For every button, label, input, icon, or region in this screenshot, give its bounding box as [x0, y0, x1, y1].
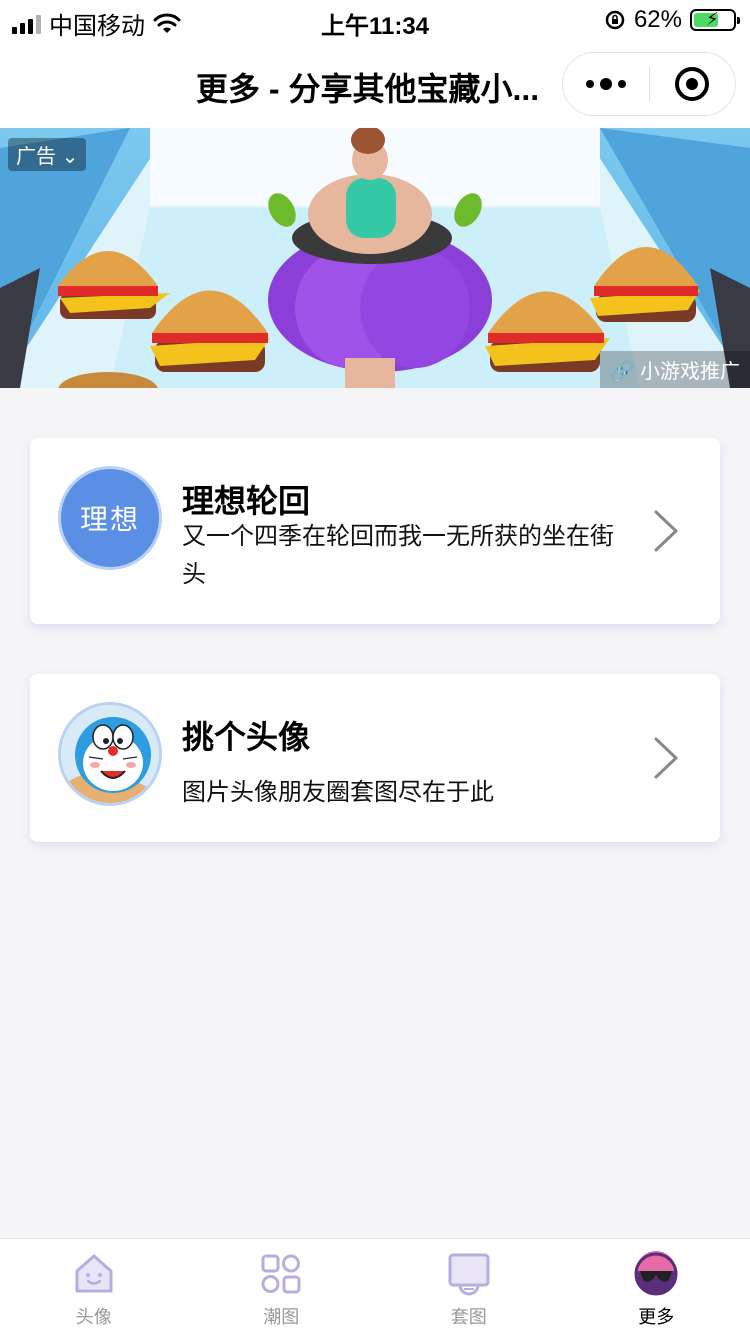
chevron-right-icon: [654, 510, 678, 552]
tab-label: 套图: [450, 1307, 487, 1327]
close-miniprogram-button[interactable]: [650, 67, 736, 101]
status-bar: 中国移动 上午11:34 62% ⚡: [0, 0, 750, 40]
ad-banner[interactable]: 广告 ⌄ 🔗 小游戏推广: [0, 128, 750, 388]
chevron-down-icon: ⌄: [61, 146, 79, 168]
carrier-label: 中国移动: [49, 13, 145, 40]
avatar: [58, 702, 162, 806]
avatar-text: 理想: [79, 503, 140, 536]
tab-label: 更多: [638, 1307, 675, 1327]
wifi-icon: [153, 13, 181, 33]
rotation-lock-icon: [605, 10, 625, 30]
doraemon-avatar-icon: [61, 705, 159, 803]
card-description: 又一个四季在轮回而我一无所获的坐在街头: [182, 523, 614, 588]
tab-trend[interactable]: 潮图: [188, 1239, 376, 1334]
ad-game-illustration: [0, 128, 750, 388]
card-title: 挑个头像: [182, 719, 311, 755]
page-title: 更多 - 分享其他宝藏小...: [196, 71, 540, 107]
grid-icon: [261, 1254, 301, 1294]
card-lixiang[interactable]: 理想 理想轮回 又一个四季在轮回而我一无所获的坐在街头: [30, 438, 720, 624]
tab-label: 潮图: [263, 1307, 300, 1327]
ad-source: 🔗 小游戏推广: [599, 351, 750, 388]
status-left: 中国移动: [12, 6, 181, 41]
tab-more[interactable]: 更多: [563, 1239, 750, 1334]
chevron-right-icon: [654, 737, 678, 779]
avatar: 理想: [58, 466, 162, 570]
link-icon: 🔗: [609, 361, 635, 383]
house-face-icon: [75, 1254, 113, 1293]
battery-percent: 62%: [633, 6, 682, 33]
ad-tag-label: 广告: [16, 146, 56, 168]
more-dots-icon[interactable]: [563, 78, 649, 90]
tab-bar: 头像 潮图 套图 更多: [0, 1238, 750, 1334]
ad-source-label: 小游戏推广: [640, 361, 740, 383]
card-description: 图片头像朋友圈套图尽在于此: [182, 779, 494, 806]
tab-label: 头像: [75, 1307, 112, 1327]
capsule-menu: [562, 52, 736, 116]
card-avatar-pick[interactable]: 挑个头像 图片头像朋友圈套图尽在于此: [30, 674, 720, 842]
card-title: 理想轮回: [182, 483, 311, 519]
tab-avatar[interactable]: 头像: [0, 1239, 188, 1334]
battery-icon: ⚡: [690, 9, 740, 31]
tab-set[interactable]: 套图: [375, 1239, 563, 1334]
nav-bar: 更多 - 分享其他宝藏小...: [0, 40, 750, 128]
signal-icon: [12, 14, 41, 34]
ad-tag[interactable]: 广告 ⌄: [8, 138, 87, 171]
target-circle-icon: [675, 67, 710, 101]
sunglasses-icon: [634, 1251, 678, 1296]
tv-icon: [448, 1253, 490, 1296]
status-right: 62% ⚡: [604, 6, 740, 34]
